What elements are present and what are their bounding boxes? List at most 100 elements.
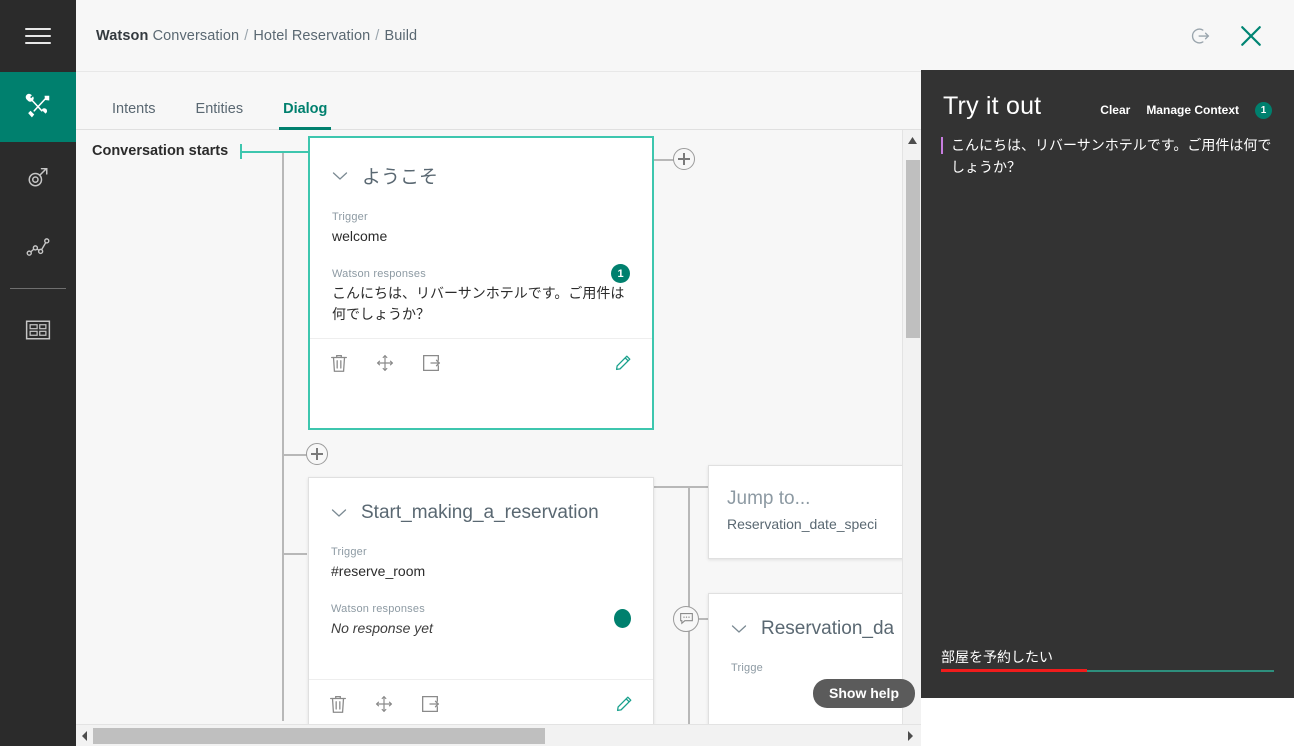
- add-node-button-1[interactable]: [306, 443, 328, 465]
- chevron-down-icon[interactable]: [332, 171, 348, 181]
- connector-start-horizontal: [240, 151, 282, 153]
- connector-to-node-2: [282, 553, 307, 555]
- deploy-icon: [28, 167, 48, 187]
- clear-button[interactable]: Clear: [1100, 103, 1130, 117]
- chevron-down-icon[interactable]: [731, 624, 747, 634]
- tab-bar: Intents Entities Dialog: [76, 72, 921, 130]
- jump-to-icon[interactable]: [419, 693, 441, 715]
- chat-message-list: こんにちは、リバーサンホテルです。ご用件は何でしょうか？: [921, 122, 1294, 179]
- connector-trunk-vertical: [282, 151, 284, 721]
- dialog-node-footer: [310, 337, 652, 388]
- try-it-out-panel: Try it out Clear Manage Context 1 こんにちは、…: [921, 70, 1294, 698]
- sidebar-item-improve[interactable]: [0, 212, 76, 282]
- close-icon[interactable]: [1236, 21, 1266, 51]
- sidebar-item-build[interactable]: [0, 72, 76, 142]
- dialog-node-footer: [309, 678, 653, 729]
- responses-label: Watson responses: [331, 603, 425, 616]
- exit-icon[interactable]: [1190, 25, 1212, 47]
- improve-icon: [26, 238, 50, 256]
- dialog-node-body: Start_making_a_reservation Trigger #rese…: [309, 478, 653, 653]
- breadcrumb-workspace[interactable]: Hotel Reservation: [253, 28, 370, 44]
- dialog-node-title: Reservation_da: [761, 618, 895, 639]
- build-tools-icon: [25, 93, 50, 118]
- try-it-out-title: Try it out: [943, 92, 1042, 120]
- canvas-horizontal-scrollbar[interactable]: [76, 724, 921, 746]
- try-it-out-input[interactable]: [941, 649, 1274, 670]
- dialog-canvas[interactable]: Conversation starts ようこそ Trigger welcome…: [76, 130, 921, 746]
- responses-count-badge: 1: [611, 264, 630, 284]
- tab-intents[interactable]: Intents: [98, 101, 170, 130]
- try-it-out-actions: Clear Manage Context 1: [1100, 101, 1272, 122]
- jump-to-node[interactable]: Jump to... Reservation_date_speci: [708, 465, 921, 559]
- dialog-node-title: Start_making_a_reservation: [361, 502, 599, 523]
- try-it-out-input-wrap: [921, 649, 1294, 672]
- dialog-node-body: ようこそ Trigger welcome Watson responses 1 …: [310, 138, 652, 338]
- jump-to-title: Jump to...: [727, 488, 811, 509]
- manage-context-button[interactable]: Manage Context: [1146, 103, 1239, 117]
- canvas-vertical-scrollbar[interactable]: [902, 130, 921, 746]
- connector-start-cap: [240, 144, 242, 159]
- chevron-down-icon[interactable]: [331, 508, 347, 518]
- chat-message-bot: こんにちは、リバーサンホテルです。ご用件は何でしょうか？: [941, 134, 1274, 179]
- trigger-value: #reserve_room: [331, 563, 426, 579]
- dialog-node-title-row: Start_making_a_reservation: [331, 502, 631, 524]
- delete-icon[interactable]: [328, 352, 350, 374]
- breadcrumb-section[interactable]: Build: [384, 28, 417, 44]
- scroll-right-arrow-icon[interactable]: [903, 729, 917, 743]
- top-bar-actions: [1190, 21, 1266, 51]
- edit-icon[interactable]: [613, 693, 635, 715]
- red-annotation-mark: [941, 669, 1087, 672]
- scroll-up-arrow-icon[interactable]: [903, 133, 921, 149]
- tab-dialog[interactable]: Dialog: [269, 101, 341, 130]
- rail-divider: [10, 288, 66, 289]
- dialog-node-title-row: ようこそ: [332, 162, 630, 189]
- watson-conversation-app: Watson Conversation / Hotel Reservation / Bu…: [0, 0, 1294, 746]
- breadcrumb-separator-2: /: [375, 27, 380, 44]
- dialog-node-title: ようこそ: [362, 167, 439, 188]
- vertical-scrollbar-thumb[interactable]: [906, 160, 920, 338]
- breadcrumb-product-bold[interactable]: Watson: [96, 28, 148, 44]
- trigger-value: welcome: [332, 228, 388, 244]
- workspaces-icon: [25, 320, 51, 340]
- responses-row: Watson responses 1 こんにちは、リバーサンホテルです。ご用件は…: [332, 264, 630, 324]
- dialog-node-body: Reservation_da Trigge: [709, 594, 921, 688]
- delete-icon[interactable]: [327, 693, 349, 715]
- move-icon[interactable]: [374, 352, 396, 374]
- connector-to-plus-1: [282, 454, 307, 456]
- show-help-button[interactable]: Show help: [813, 679, 915, 708]
- left-rail: [0, 0, 76, 746]
- breadcrumb: Watson Conversation / Hotel Reservation / Bu…: [96, 28, 417, 44]
- response-bubble-node[interactable]: [673, 606, 699, 632]
- jump-to-target: Reservation_date_speci: [727, 516, 878, 532]
- response-value: No response yet: [331, 620, 433, 637]
- breadcrumb-separator-1: /: [244, 27, 249, 44]
- trigger-label: Trigger: [332, 211, 368, 223]
- response-value: こんにちは、リバーサンホテルです。ご用件は何でしょうか？: [332, 285, 625, 322]
- add-node-button-2[interactable]: [673, 148, 695, 170]
- responses-row: Watson responses No response yet: [331, 603, 631, 638]
- dialog-node-start-making-a-reservation[interactable]: Start_making_a_reservation Trigger #rese…: [308, 477, 654, 746]
- sidebar-item-deploy[interactable]: [0, 142, 76, 212]
- chat-bubble-icon: [679, 613, 693, 625]
- move-icon[interactable]: [373, 693, 395, 715]
- trigger-label: Trigge: [731, 662, 763, 674]
- dialog-node-title-row: Reservation_da: [731, 618, 921, 640]
- menu-icon: [25, 23, 51, 49]
- tab-entities[interactable]: Entities: [182, 101, 258, 130]
- dialog-canvas-inner: Conversation starts ようこそ Trigger welcome…: [76, 130, 921, 746]
- try-it-out-header: Try it out Clear Manage Context 1: [921, 70, 1294, 122]
- trigger-label: Trigger: [331, 546, 367, 558]
- context-count-badge: 1: [1255, 101, 1272, 119]
- jump-to-icon[interactable]: [420, 352, 442, 374]
- horizontal-scrollbar-thumb[interactable]: [93, 728, 545, 744]
- scroll-left-arrow-icon[interactable]: [78, 729, 92, 743]
- edit-icon[interactable]: [612, 352, 634, 374]
- responses-label: Watson responses: [332, 268, 426, 281]
- dialog-node-welcome[interactable]: ようこそ Trigger welcome Watson responses 1 …: [308, 136, 654, 430]
- conversation-starts-label: Conversation starts: [92, 143, 229, 159]
- menu-button[interactable]: [0, 0, 76, 72]
- try-it-out-input-underline: [941, 669, 1274, 672]
- top-bar: Watson Conversation / Hotel Reservation / Bu…: [76, 0, 1294, 72]
- sidebar-item-workspaces[interactable]: [0, 295, 76, 365]
- breadcrumb-product[interactable]: Conversation: [153, 28, 240, 44]
